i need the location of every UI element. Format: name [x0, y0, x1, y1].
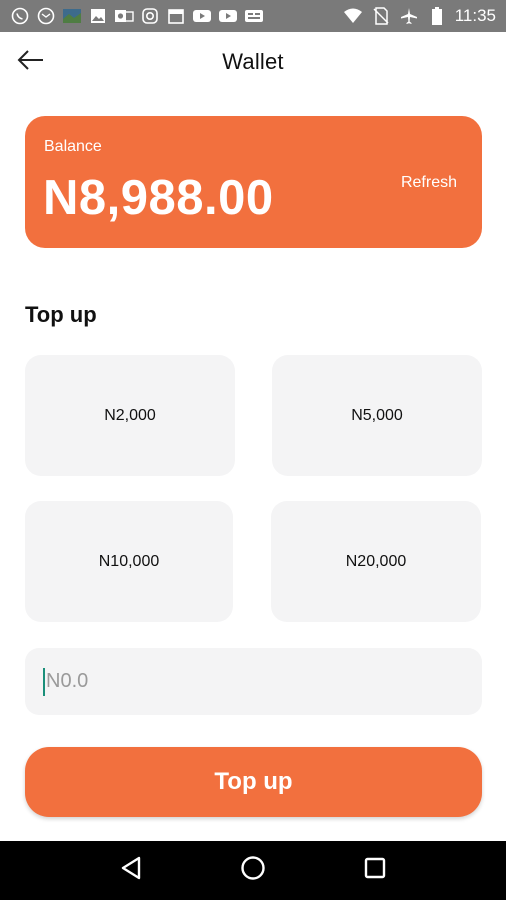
image-icon — [88, 6, 108, 26]
refresh-button[interactable]: Refresh — [401, 174, 457, 192]
arrow-left-icon — [17, 49, 45, 75]
nav-home-button[interactable] — [233, 851, 273, 891]
outlook-icon — [114, 6, 134, 26]
battery-icon — [427, 6, 447, 26]
photo-thumbnail-icon — [62, 6, 82, 26]
whatsapp-icon — [10, 6, 30, 26]
no-sim-icon — [371, 6, 391, 26]
balance-amount: N8,988.00 — [43, 171, 274, 225]
status-time: 11:35 — [454, 6, 496, 25]
system-nav-bar — [0, 841, 506, 900]
recents-square-icon — [364, 857, 386, 884]
airplane-icon — [399, 6, 419, 26]
amount-option-10000[interactable]: N10,000 — [25, 501, 233, 622]
message-icon — [244, 6, 264, 26]
amount-option-5000[interactable]: N5,000 — [272, 355, 482, 476]
back-triangle-icon — [120, 856, 142, 885]
app-header: Wallet — [0, 32, 506, 92]
system-status: 11:35 — [343, 6, 496, 26]
amount-option-20000[interactable]: N20,000 — [271, 501, 481, 622]
amount-option-2000[interactable]: N2,000 — [25, 355, 235, 476]
back-button[interactable] — [14, 46, 48, 78]
instagram-icon — [140, 6, 160, 26]
balance-card: Balance N8,988.00 Refresh — [25, 116, 482, 248]
nav-back-button[interactable] — [111, 851, 151, 891]
nav-recents-button[interactable] — [355, 851, 395, 891]
home-circle-icon — [240, 855, 266, 886]
status-bar: 11:35 — [0, 0, 506, 32]
page-title: Wallet — [222, 49, 284, 74]
topup-button[interactable]: Top up — [25, 747, 482, 817]
balance-label: Balance — [44, 138, 102, 155]
amount-input[interactable] — [25, 648, 482, 715]
email-icon — [36, 6, 56, 26]
youtube-icon — [218, 6, 238, 26]
notification-icons — [10, 6, 264, 26]
text-cursor — [43, 668, 45, 696]
wifi-icon — [343, 6, 363, 26]
topup-section-title: Top up — [25, 302, 97, 327]
calendar-icon — [166, 6, 186, 26]
youtube-icon — [192, 6, 212, 26]
